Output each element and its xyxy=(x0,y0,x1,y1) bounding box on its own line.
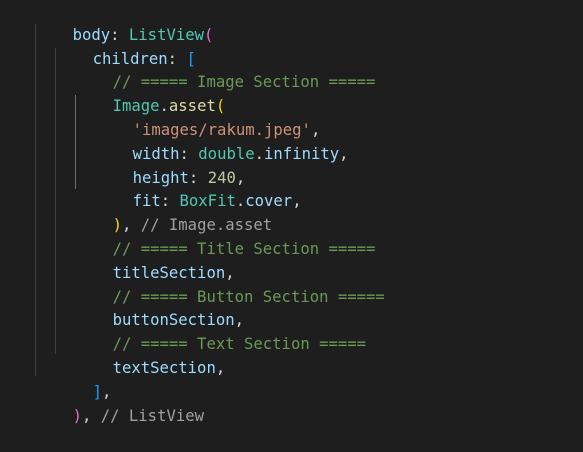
code-line-16[interactable]: ], xyxy=(55,357,112,401)
code-line-14[interactable]: // ===== Text Section ===== xyxy=(75,309,366,353)
code-line-1[interactable]: body: ListView( xyxy=(35,0,214,44)
token-comment: // ListView xyxy=(100,406,205,425)
code-line-6[interactable]: width: double.infinity, xyxy=(95,119,349,163)
code-line-10[interactable]: // ===== Title Section ===== xyxy=(75,214,376,258)
code-line-2[interactable]: children: [ xyxy=(55,24,196,68)
code-line-5[interactable]: 'images/rakum.jpeg', xyxy=(95,95,321,139)
code-line-11[interactable]: titleSection, xyxy=(75,238,235,282)
code-line-9[interactable]: ), // Image.asset xyxy=(75,190,273,234)
token-identifier: textSection xyxy=(112,358,216,377)
code-line-4[interactable]: Image.asset( xyxy=(75,71,226,115)
code-line-13[interactable]: buttonSection, xyxy=(75,286,244,329)
code-line-8[interactable]: fit: BoxFit.cover, xyxy=(95,167,302,210)
token-comma: , xyxy=(339,144,349,163)
code-line-3[interactable]: // ===== Image Section ===== xyxy=(75,48,376,91)
code-line-12[interactable]: // ===== Button Section ===== xyxy=(75,262,385,306)
token-property: infinity xyxy=(264,144,340,163)
token-paren: ) xyxy=(72,406,82,425)
code-line-17[interactable]: ), // ListView xyxy=(35,381,204,425)
token-comma: , xyxy=(215,358,226,377)
token-dot: . xyxy=(254,144,265,163)
token-paren: ( xyxy=(204,25,214,44)
code-line-15[interactable]: textSection, xyxy=(75,333,226,377)
code-editor[interactable]: body: ListView( children: [ // ===== Ima… xyxy=(0,0,583,425)
token-comma: , xyxy=(81,406,92,425)
indent-guide xyxy=(35,24,36,376)
token-comma: , xyxy=(292,192,302,211)
code-line-7[interactable]: height: 240, xyxy=(95,143,246,187)
